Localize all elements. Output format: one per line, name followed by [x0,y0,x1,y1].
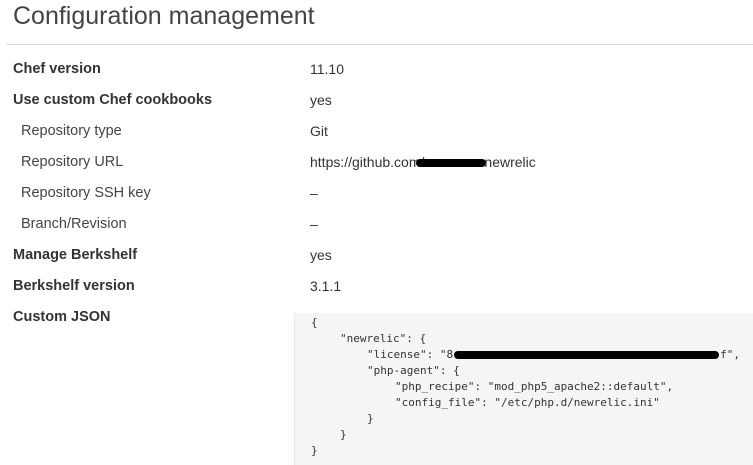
repository-ssh-key-label: Repository SSH key [21,185,151,201]
row-branch-revision: Branch/Revision – [0,210,753,241]
json-line: } [311,444,318,457]
berkshelf-version-value: 3.1.1 [310,278,342,294]
repository-url-prefix: https://github.com/ [310,154,425,170]
repository-ssh-key-value: – [310,185,318,201]
json-line: "license": "8 f", [367,347,740,363]
manage-berkshelf-value: yes [310,247,332,263]
json-line: } [367,412,374,425]
custom-cookbooks-value: yes [310,92,332,108]
repository-url-value: https://github.com/newrelic [310,153,536,171]
repository-type-label: Repository type [21,123,122,139]
redaction-mark [454,351,720,359]
chef-version-value: 11.10 [310,61,344,77]
row-chef-version: Chef version 11.10 [0,55,753,86]
json-line: "newrelic": { [340,332,427,345]
json-line: } [340,428,347,441]
row-repository-url: Repository URL https://github.com/newrel… [0,148,753,179]
page-title: Configuration management [13,2,315,30]
custom-json-label: Custom JSON [13,309,111,325]
json-line: "config_file": "/etc/php.d/newrelic.ini" [395,396,660,409]
row-repository-ssh-key: Repository SSH key – [0,179,753,210]
branch-revision-value: – [310,216,318,232]
branch-revision-label: Branch/Revision [21,216,127,232]
row-repository-type: Repository type Git [0,117,753,148]
custom-cookbooks-label: Use custom Chef cookbooks [13,92,213,108]
repository-url-label: Repository URL [21,154,124,170]
row-manage-berkshelf: Manage Berkshelf yes [0,241,753,272]
json-license-prefix: "license": "8 [367,348,454,361]
chef-version-label: Chef version [13,61,101,77]
repository-type-value: Git [310,123,328,139]
row-berkshelf-version: Berkshelf version 3.1.1 [0,272,753,303]
json-license-suffix: f", [720,348,740,361]
repository-url-suffix: newrelic [484,154,536,170]
redaction-mark [416,159,487,168]
custom-json-code-block: { "newrelic": { "license": "8 f", "php-ag… [294,313,753,465]
title-divider [6,44,753,45]
json-line: "php-agent": { [367,364,460,377]
json-line: "php_recipe": "mod_php5_apache2::default… [395,380,674,393]
json-line: { [311,316,318,329]
row-custom-cookbooks: Use custom Chef cookbooks yes [0,86,753,117]
berkshelf-version-label: Berkshelf version [13,278,135,294]
manage-berkshelf-label: Manage Berkshelf [13,247,138,263]
